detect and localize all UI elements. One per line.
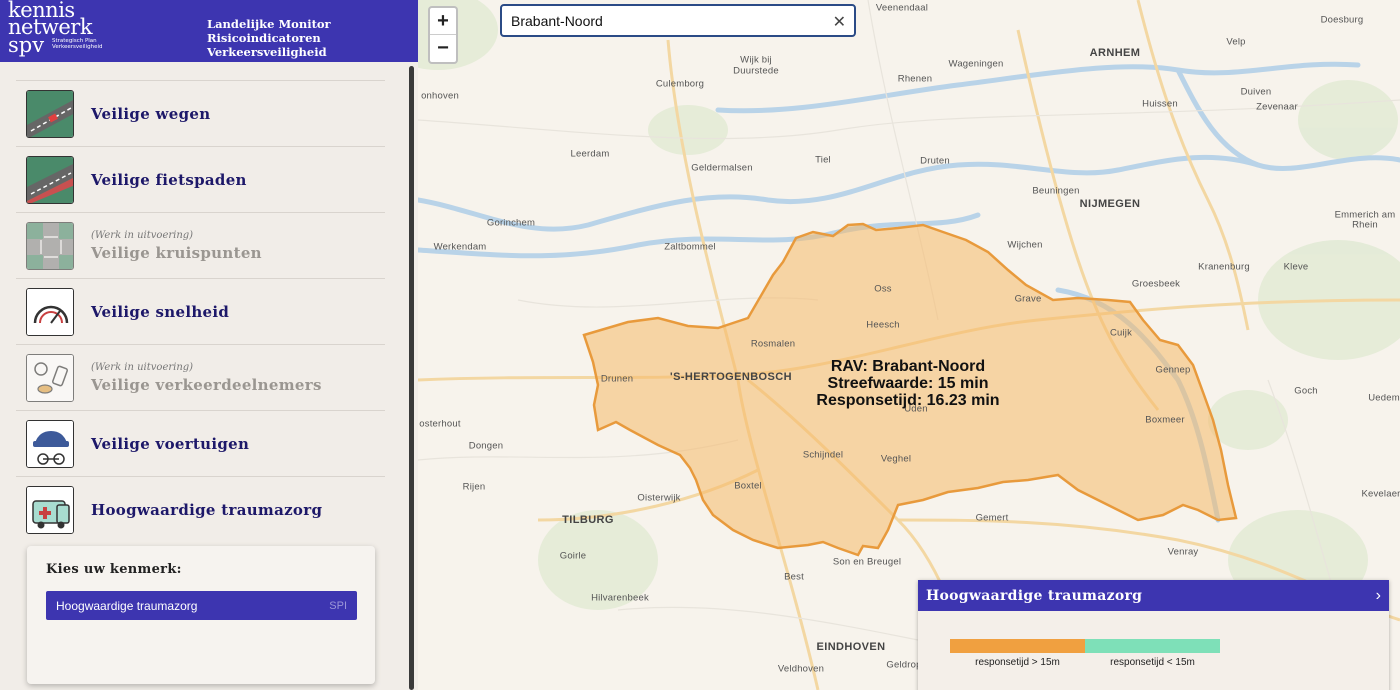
place-label: ARNHEM	[1089, 47, 1141, 59]
legend-panel: Hoogwaardige traumazorg › responsetijd >…	[918, 580, 1389, 690]
place-label: Veghel	[880, 453, 912, 465]
place-label: Kranenburg	[1198, 261, 1250, 273]
menu-item-veilige-snelheid[interactable]: Veilige snelheid	[16, 278, 385, 344]
place-label: Boxmeer	[1145, 414, 1185, 426]
place-label: Heesch	[866, 319, 900, 331]
place-label: Rijen	[462, 481, 486, 493]
ambulance-icon	[26, 485, 74, 534]
place-label: Beuningen	[1032, 185, 1080, 197]
zoom-in-button[interactable]: +	[430, 8, 456, 35]
place-label: TILBURG	[562, 514, 614, 526]
place-label: 'S-HERTOGENBOSCH	[670, 371, 792, 383]
zoom-control: + −	[428, 6, 458, 64]
place-label: Oisterwijk	[637, 492, 681, 504]
place-label: Geldrop	[886, 659, 922, 671]
place-label: NIJMEGEN	[1079, 198, 1141, 210]
place-label: Cuijk	[1109, 327, 1133, 339]
menu-item-veilige-verkeerdeelnemers[interactable]: (Werk in uitvoering) Veilige verkeerdeeln…	[16, 344, 385, 410]
place-label: Wageningen	[948, 58, 1004, 70]
legend-labels: responsetijd > 15m responsetijd < 15m	[950, 657, 1220, 668]
place-label: Wijk bij	[740, 54, 772, 66]
sidebar-scrollbar[interactable]	[409, 66, 414, 690]
place-label: Zevenaar	[1256, 101, 1298, 113]
place-label: Druten	[920, 155, 950, 167]
app-title: Landelijke Monitor Risicoindicatoren Ver…	[207, 17, 331, 59]
map[interactable]: Veenendaal Doesburg ARNHEM Velp Wijk bij Duur…	[418, 0, 1400, 690]
legend-label-over-15: responsetijd > 15m	[975, 657, 1060, 668]
place-label: Rhein	[1352, 219, 1378, 231]
intersection-icon	[26, 221, 74, 270]
place-label: Culemborg	[655, 78, 705, 90]
bike-path-icon	[26, 155, 74, 204]
place-label: Venray	[1167, 546, 1199, 558]
menu-item-veilige-kruispunten[interactable]: (Werk in uitvoering) Veilige kruispunten	[16, 212, 385, 278]
legend-color-bar	[950, 639, 1220, 653]
place-label: Tiel	[815, 154, 831, 166]
place-label: osterhout	[419, 418, 461, 430]
place-label: Best	[784, 571, 804, 583]
legend-label-under-15: responsetijd < 15m	[1110, 657, 1195, 668]
place-label: Veenendaal	[875, 2, 929, 14]
menu-item-hoogwaardige-traumazorg[interactable]: Hoogwaardige traumazorg	[16, 476, 385, 542]
search-box: ✕	[500, 4, 856, 37]
place-label: Huissen	[1142, 98, 1178, 110]
place-label: Oss	[874, 283, 892, 295]
place-label: Grave	[1014, 293, 1042, 305]
place-label: Duurstede	[733, 65, 779, 77]
place-label: Uedem	[1368, 392, 1400, 404]
place-label: Son en Breugel	[832, 556, 902, 568]
menu-item-veilige-fietspaden[interactable]: Veilige fietspaden	[16, 146, 385, 212]
vehicles-icon	[26, 419, 74, 468]
menu-item-veilige-voertuigen[interactable]: Veilige voertuigen	[16, 410, 385, 476]
header: kennis netwerk spv Strategisch Plan Verk…	[0, 0, 418, 62]
place-label: Schijndel	[802, 449, 844, 461]
place-label: Kevelaer	[1361, 488, 1400, 500]
place-label: Kleve	[1283, 261, 1309, 273]
clear-search-icon[interactable]: ✕	[833, 12, 846, 32]
place-label: Leerdam	[570, 148, 610, 160]
kenmerk-title: Kies uw kenmerk:	[46, 562, 182, 577]
place-label: Gemert	[975, 512, 1009, 524]
road-users-icon	[26, 353, 74, 402]
place-label: Goirle	[559, 550, 587, 562]
place-label: Rhenen	[897, 73, 933, 85]
place-label: Gennep	[1155, 364, 1191, 376]
sidebar: kennis netwerk spv Strategisch Plan Verk…	[0, 0, 418, 690]
menu-item-veilige-wegen[interactable]: Veilige wegen	[16, 80, 385, 146]
search-input[interactable]	[502, 12, 812, 29]
kenmerk-option-selected[interactable]: Hoogwaardige traumazorg SPI	[46, 591, 357, 620]
place-label: EINDHOVEN	[816, 641, 886, 653]
place-label: onhoven	[421, 90, 459, 102]
place-label: Drunen	[600, 373, 634, 385]
place-label: Werkendam	[433, 241, 487, 253]
place-label: Wijchen	[1007, 239, 1043, 251]
legend-header[interactable]: Hoogwaardige traumazorg ›	[918, 580, 1389, 611]
place-label: Boxtel	[734, 480, 762, 492]
place-label: Gorinchem	[486, 217, 536, 229]
place-label: Velp	[1226, 36, 1246, 48]
theme-menu: Veilige wegen Veilige fietspaden (Werk i…	[16, 80, 385, 542]
place-label: Groesbeek	[1131, 278, 1181, 290]
spi-badge: SPI	[329, 599, 347, 612]
kennisnetwerk-logo[interactable]: kennis netwerk spv Strategisch Plan Verk…	[8, 0, 102, 56]
region-tooltip: RAV: Brabant-Noord Streefwaarde: 15 min …	[816, 358, 1000, 409]
place-label: Doesburg	[1320, 14, 1364, 26]
place-label: Zaltbommel	[664, 241, 716, 253]
chevron-right-icon[interactable]: ›	[1376, 587, 1381, 605]
zoom-out-button[interactable]: −	[430, 35, 456, 62]
road-icon	[26, 89, 74, 138]
place-label: Duiven	[1240, 86, 1272, 98]
legend-swatch-over-15	[950, 639, 1085, 653]
place-label: Veldhoven	[777, 663, 825, 675]
place-label: Rosmalen	[750, 338, 796, 350]
place-label: Geldermalsen	[691, 162, 753, 174]
place-label: Dongen	[468, 440, 504, 452]
legend-swatch-under-15	[1085, 639, 1220, 653]
kenmerk-panel: Kies uw kenmerk: Hoogwaardige traumazorg…	[27, 546, 375, 684]
place-label: Goch	[1294, 385, 1318, 397]
speedometer-icon	[26, 287, 74, 336]
place-label: Hilvarenbeek	[591, 592, 649, 604]
